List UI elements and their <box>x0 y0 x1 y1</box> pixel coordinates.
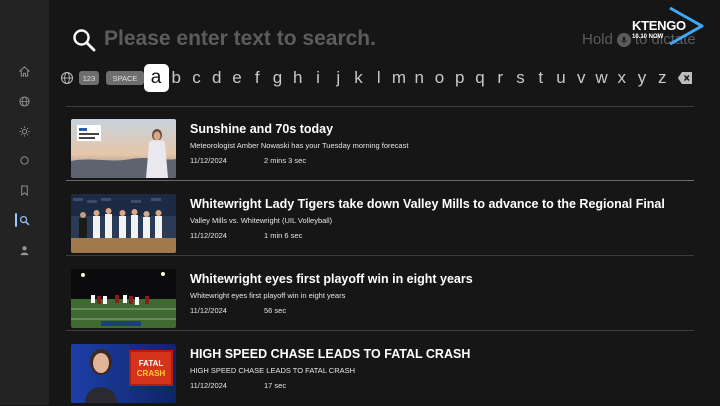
key-l[interactable]: l <box>369 64 389 92</box>
key-e[interactable]: e <box>227 64 247 92</box>
result-item[interactable]: Sunshine and 70s today Meteorologist Amb… <box>66 106 694 181</box>
result-item[interactable]: FATAL CRASH HIGH SPEED CHASE LEADS TO FA… <box>66 331 694 406</box>
globe-icon[interactable] <box>60 71 74 85</box>
sidebar-item-weather[interactable] <box>0 120 49 142</box>
key-t[interactable]: t <box>531 64 551 92</box>
result-duration: 1 min 6 sec <box>264 231 303 240</box>
key-c[interactable]: c <box>187 64 207 92</box>
circle-icon <box>20 155 29 165</box>
key-v[interactable]: v <box>571 64 591 92</box>
result-date: 11/12/2024 <box>190 231 227 240</box>
result-item[interactable]: Whitewright eyes first playoff win in ei… <box>66 256 694 331</box>
key-g[interactable]: g <box>268 64 288 92</box>
result-title: HIGH SPEED CHASE LEADS TO FATAL CRASH <box>190 347 471 361</box>
key-u[interactable]: u <box>551 64 571 92</box>
key-x[interactable]: x <box>612 64 632 92</box>
search-icon <box>19 215 30 225</box>
result-date: 11/12/2024 <box>190 306 227 315</box>
key-i[interactable]: i <box>308 64 328 92</box>
logo-subtext: 10.10 NOW <box>632 34 664 40</box>
sidebar-item-globe[interactable] <box>0 90 49 112</box>
key-p[interactable]: p <box>450 64 470 92</box>
key-w[interactable]: w <box>592 64 612 92</box>
profile-icon <box>20 245 29 255</box>
sun-icon <box>19 125 30 137</box>
ktengo-logo: KTENGO 10.10 NOW <box>630 6 706 46</box>
dictate-hold-label: Hold <box>582 31 613 48</box>
result-description: Valley Mills vs. Whitewright (UIL Volley… <box>190 216 333 225</box>
sidebar-item-home[interactable] <box>0 60 49 82</box>
result-duration: 56 sec <box>264 306 287 315</box>
key-f[interactable]: f <box>247 64 267 92</box>
key-r[interactable]: r <box>490 64 510 92</box>
key-y[interactable]: y <box>632 64 652 92</box>
key-m[interactable]: m <box>389 64 409 92</box>
backspace-icon[interactable] <box>677 71 693 85</box>
sidebar-item-circle[interactable] <box>0 149 49 171</box>
microphone-icon[interactable] <box>616 32 631 47</box>
home-icon <box>19 65 30 77</box>
logo-text: KTENGO <box>632 18 686 33</box>
result-date: 11/12/2024 <box>190 156 227 165</box>
key-a[interactable]: a <box>143 64 169 92</box>
sidebar-item-saved[interactable] <box>0 179 49 201</box>
sidebar-item-profile[interactable] <box>0 239 49 261</box>
key-o[interactable]: o <box>430 64 450 92</box>
thumbnail-crash: FATAL CRASH <box>71 344 176 403</box>
bookmark-icon <box>21 184 28 196</box>
key-b[interactable]: b <box>166 64 186 92</box>
result-duration: 17 sec <box>264 381 287 390</box>
onscreen-keyboard: 123 SPACE abcdefghijklmnopqrstuvwxyz <box>58 64 698 92</box>
result-description: HIGH SPEED CHASE LEADS TO FATAL CRASH <box>190 366 356 375</box>
key-d[interactable]: d <box>207 64 227 92</box>
result-title: Sunshine and 70s today <box>190 122 334 136</box>
space-key[interactable]: SPACE <box>106 71 144 85</box>
search-input[interactable]: Please enter text to search. <box>104 27 376 51</box>
result-description: Whitewright eyes first playoff win in ei… <box>190 291 346 300</box>
result-title: Whitewright Lady Tigers take down Valley… <box>190 197 665 211</box>
result-date: 11/12/2024 <box>190 381 227 390</box>
thumb-text-line2: CRASH <box>137 369 166 378</box>
key-q[interactable]: q <box>470 64 490 92</box>
key-s[interactable]: s <box>511 64 531 92</box>
globe-icon <box>19 95 30 107</box>
sidebar-item-search[interactable] <box>0 209 49 231</box>
key-k[interactable]: k <box>349 64 369 92</box>
key-z[interactable]: z <box>652 64 672 92</box>
result-duration: 2 mins 3 sec <box>264 156 307 165</box>
thumb-text-line1: FATAL <box>139 359 164 368</box>
sidebar-nav <box>0 0 49 405</box>
thumbnail-volleyball <box>71 194 176 253</box>
key-j[interactable]: j <box>328 64 348 92</box>
result-description: Meteorologist Amber Nowaski has your Tue… <box>190 141 409 150</box>
thumbnail-football <box>71 269 176 328</box>
key-n[interactable]: n <box>409 64 429 92</box>
search-icon <box>73 29 96 52</box>
thumbnail-weather <box>71 119 176 178</box>
result-title: Whitewright eyes first playoff win in ei… <box>190 272 473 286</box>
numbers-key[interactable]: 123 <box>79 71 99 85</box>
result-item[interactable]: Whitewright Lady Tigers take down Valley… <box>66 181 694 256</box>
key-h[interactable]: h <box>288 64 308 92</box>
